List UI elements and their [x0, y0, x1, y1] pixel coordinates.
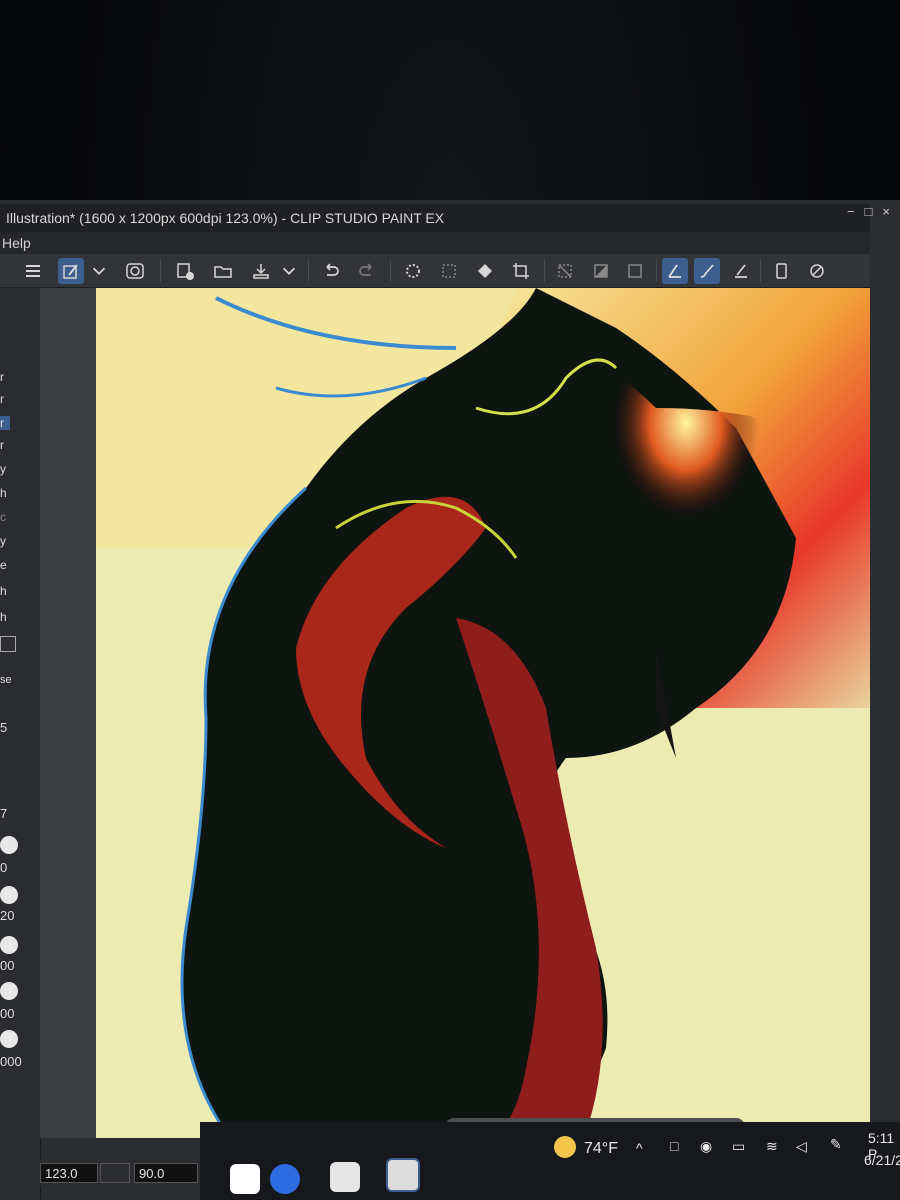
chevron-down-icon[interactable] [280, 258, 298, 284]
zoom-field[interactable]: 123.0 [40, 1163, 98, 1183]
undo-icon[interactable] [318, 258, 344, 284]
eraser-icon[interactable] [728, 258, 754, 284]
app-icon[interactable] [230, 1164, 260, 1194]
chevron-up-icon[interactable]: ^ [636, 1140, 643, 1156]
layer-label[interactable]: r [0, 416, 10, 430]
brush-size-circle[interactable] [0, 982, 18, 1000]
command-bar [0, 254, 870, 288]
left-panel: r r r r y h c y e h h se 5 7 0 20 00 00 … [0, 288, 41, 1200]
menu-bar: Help [0, 232, 870, 254]
phone-icon[interactable] [768, 258, 794, 284]
toolbar-separator [760, 260, 761, 282]
clip-studio-icon[interactable] [330, 1162, 360, 1192]
clock-date[interactable]: 6/21/2 [864, 1152, 900, 1168]
brush-size-value[interactable]: 00 [0, 958, 14, 973]
layer-label[interactable]: e [0, 558, 7, 572]
redo-icon[interactable] [354, 258, 380, 284]
rotation-field[interactable]: 90.0 [134, 1163, 198, 1183]
vertical-scrollbar[interactable] [878, 290, 894, 1130]
clip-studio-paint-icon[interactable] [386, 1158, 420, 1192]
layer-label[interactable]: h [0, 584, 7, 598]
dragon-illustration[interactable] [96, 288, 870, 1138]
brush-size-circle[interactable] [0, 836, 18, 854]
minimize-button[interactable]: − [847, 204, 855, 219]
brush-size-value[interactable]: 20 [0, 908, 14, 923]
invert-selection-icon[interactable] [588, 258, 614, 284]
canvas-area[interactable] [40, 288, 870, 1138]
taskbar: 74°F ^ □ ◉ ▭ ≋ ◁ ✎ 5:11 P 6/21/2 [200, 1122, 900, 1200]
title-bar: Illustration* (1600 x 1200px 600dpi 123.… [0, 204, 870, 232]
menu-help[interactable]: Help [2, 235, 31, 251]
weather-icon[interactable] [554, 1136, 576, 1158]
brush-size-circle[interactable] [0, 886, 18, 904]
zoom-slider[interactable] [100, 1163, 130, 1183]
battery-icon[interactable]: ▭ [732, 1138, 745, 1155]
window-controls: − □ × [847, 204, 890, 219]
brush-size-value[interactable]: 0 [0, 860, 7, 875]
panel-label: se [0, 674, 12, 686]
save-icon[interactable] [248, 258, 274, 284]
brush-size-value[interactable]: 00 [0, 1006, 14, 1021]
fill-icon[interactable] [472, 258, 498, 284]
toolbar-separator [308, 260, 309, 282]
layer-label[interactable]: c [0, 510, 6, 524]
pen-pressure-icon[interactable] [662, 258, 688, 284]
toolbar-separator [656, 260, 657, 282]
spiral-icon[interactable] [122, 258, 148, 284]
close-button[interactable]: × [882, 204, 890, 219]
pen-icon[interactable]: ✎ [830, 1136, 842, 1153]
volume-icon[interactable]: ◁ [796, 1138, 807, 1155]
open-folder-icon[interactable] [210, 258, 236, 284]
maximize-button[interactable]: □ [865, 204, 873, 219]
window-title: Illustration* (1600 x 1200px 600dpi 123.… [6, 210, 445, 226]
brush-size-circle[interactable] [0, 1030, 18, 1048]
brush-icon[interactable] [694, 258, 720, 284]
deselect-icon[interactable] [552, 258, 578, 284]
transform-icon[interactable] [436, 258, 462, 284]
menu-icon[interactable] [20, 258, 46, 284]
toolbar-separator [544, 260, 545, 282]
crop-icon[interactable] [508, 258, 534, 284]
layer-label[interactable]: r [0, 438, 4, 452]
wifi-icon[interactable]: ≋ [766, 1138, 778, 1155]
layer-label[interactable]: r [0, 392, 4, 406]
layer-label[interactable]: y [0, 462, 6, 476]
link-icon[interactable] [804, 258, 830, 284]
toolbar-separator [160, 260, 161, 282]
network-icon[interactable]: ◉ [700, 1138, 712, 1155]
layer-label[interactable]: y [0, 534, 6, 548]
toolbar-separator [390, 260, 391, 282]
brush-size-value[interactable]: 000 [0, 1054, 22, 1069]
selection-border-icon[interactable] [622, 258, 648, 284]
brush-size-circle[interactable] [0, 936, 18, 954]
chevron-down-icon[interactable] [90, 258, 108, 284]
screen: Illustration* (1600 x 1200px 600dpi 123.… [0, 200, 900, 1200]
new-canvas-icon[interactable] [172, 258, 198, 284]
weather-temp[interactable]: 74°F [584, 1140, 618, 1158]
brush-size-value[interactable]: 5 [0, 720, 7, 735]
trash-icon[interactable] [0, 636, 16, 652]
layer-label[interactable]: h [0, 610, 7, 624]
layer-label[interactable]: h [0, 486, 7, 500]
meet-icon[interactable]: □ [670, 1138, 678, 1154]
brush-size-value[interactable]: 7 [0, 806, 7, 821]
chrome-icon[interactable] [270, 1164, 300, 1194]
loading-icon[interactable] [400, 258, 426, 284]
pen-settings-icon[interactable] [58, 258, 84, 284]
layer-label[interactable]: r [0, 370, 4, 384]
